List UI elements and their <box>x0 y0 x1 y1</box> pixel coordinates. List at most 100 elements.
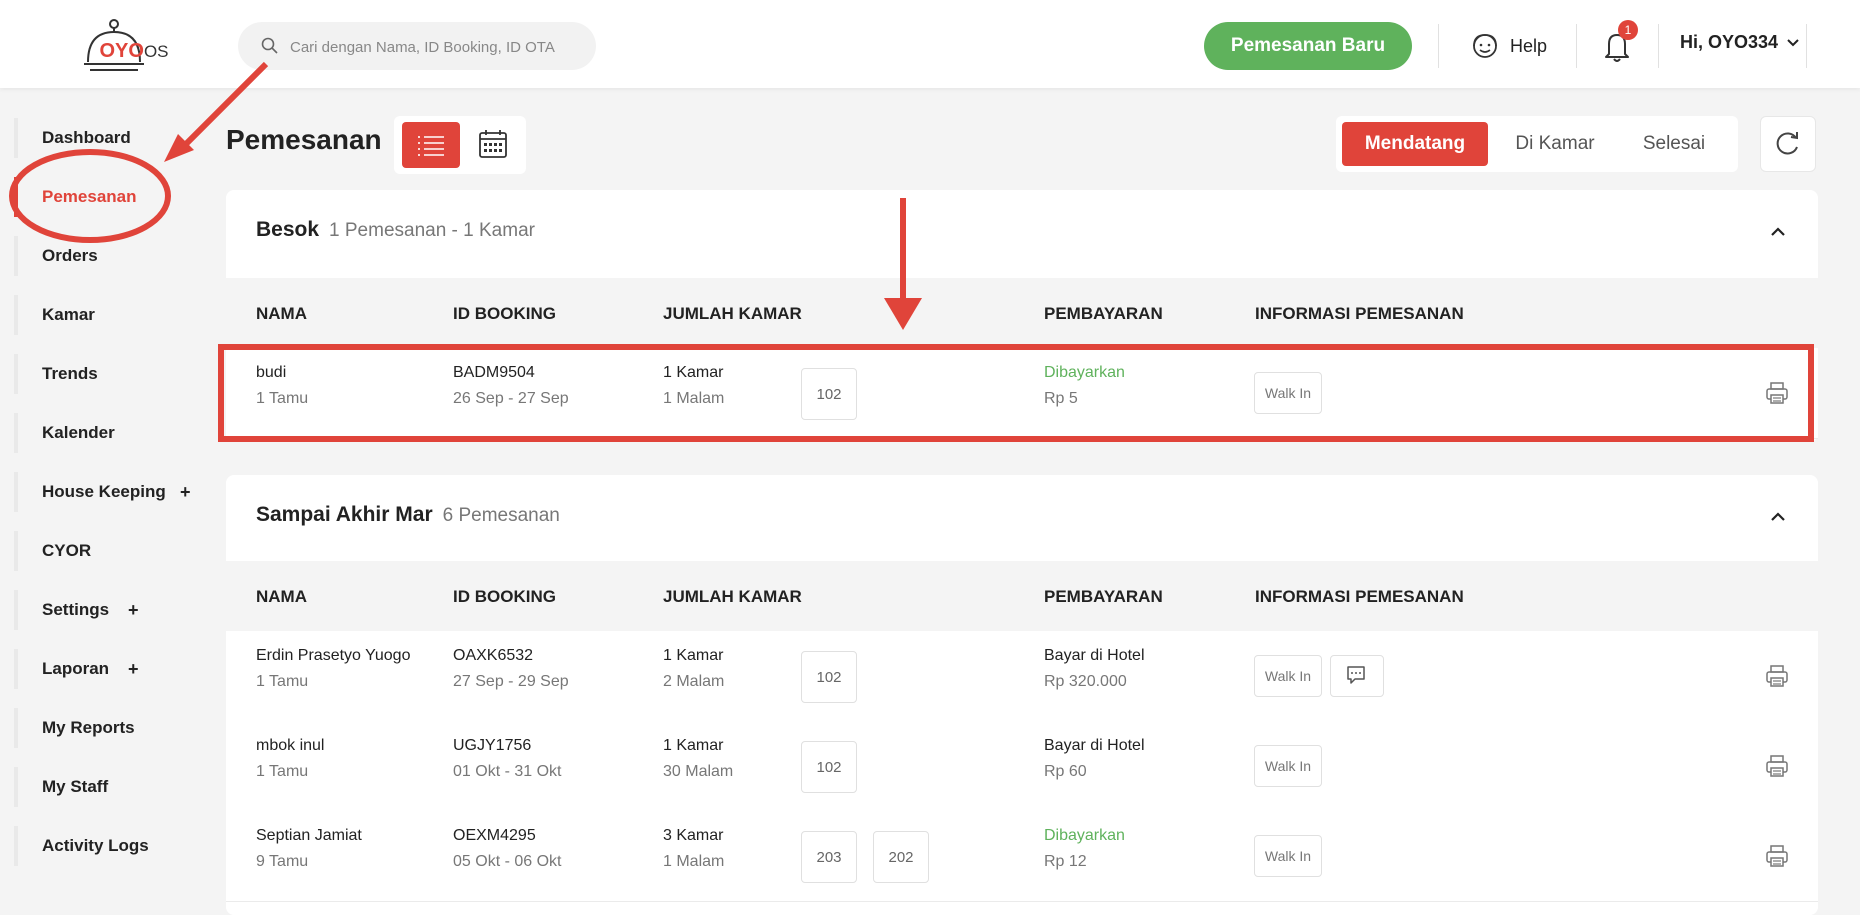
user-menu[interactable]: Hi, OYO334 <box>1680 32 1800 53</box>
sidebar-item-orders[interactable]: Orders <box>14 230 202 289</box>
sidebar-item-label: CYOR <box>42 541 92 560</box>
calendar-icon <box>479 130 507 158</box>
column-header-id-booking: ID BOOKING <box>453 304 556 323</box>
sidebar-indicator <box>14 767 18 807</box>
sidebar-item-label: Settings <box>42 600 110 619</box>
divider <box>1576 24 1577 68</box>
table-row[interactable]: Erdin Prasetyo Yuogo 1 Tamu OAXK6532 27 … <box>226 631 1818 722</box>
guest-name: mbok inul <box>256 737 325 754</box>
night-count: 1 Malam <box>663 853 725 870</box>
night-count: 2 Malam <box>663 673 725 690</box>
sidebar: Dashboard Pemesanan Orders Kamar Trends … <box>14 112 202 879</box>
oyo-os-logo[interactable]: OYOOS <box>84 18 184 74</box>
sidebar-item-label: Dashboard <box>42 128 131 147</box>
divider <box>1658 24 1659 68</box>
payment-amount: Rp 320.000 <box>1044 673 1127 690</box>
room-number-chip: 203 <box>801 831 857 883</box>
room-number-chip: 102 <box>801 651 857 703</box>
chevron-down-icon <box>1787 38 1799 46</box>
table-header: NAMA ID BOOKING JUMLAH KAMAR PEMBAYARAN … <box>226 561 1818 631</box>
sidebar-indicator <box>14 531 18 571</box>
payment-status: Bayar di Hotel <box>1044 737 1145 754</box>
guest-name: Erdin Prasetyo Yuogo <box>256 647 411 664</box>
column-header-nama: NAMA <box>256 304 307 323</box>
expand-plus-icon[interactable]: + <box>128 600 139 621</box>
tab-selesai[interactable]: Selesai <box>1618 122 1730 166</box>
printer-icon[interactable] <box>1764 753 1790 779</box>
booking-id: OEXM4295 <box>453 827 536 844</box>
table-row[interactable]: Septian Jamiat 9 Tamu OEXM4295 05 Okt - … <box>226 811 1818 902</box>
sidebar-item-house-keeping[interactable]: House Keeping + <box>14 466 202 525</box>
guest-count: 1 Tamu <box>256 763 309 780</box>
payment-status: Dibayarkan <box>1044 827 1125 844</box>
sidebar-item-label: Kalender <box>42 423 115 442</box>
booking-dates: 27 Sep - 29 Sep <box>453 673 569 690</box>
booking-source-badge: Walk In <box>1254 835 1322 877</box>
payment-amount: Rp 60 <box>1044 763 1087 780</box>
sidebar-item-settings[interactable]: Settings + <box>14 584 202 643</box>
group-header: Besok 1 Pemesanan - 1 Kamar <box>256 218 535 242</box>
booking-id: OAXK6532 <box>453 647 534 664</box>
sidebar-item-label: Pemesanan <box>42 187 137 206</box>
tab-mendatang[interactable]: Mendatang <box>1342 122 1488 166</box>
comment-icon <box>1347 666 1365 684</box>
sidebar-indicator <box>14 826 18 866</box>
sidebar-item-label: Activity Logs <box>42 836 149 855</box>
sidebar-item-label: Laporan <box>42 659 110 678</box>
column-header-pembayaran: PEMBAYARAN <box>1044 587 1163 606</box>
printer-icon[interactable] <box>1764 843 1790 869</box>
table-row[interactable]: mbok inul 1 Tamu UGJY1756 01 Okt - 31 Ok… <box>226 721 1818 812</box>
sidebar-indicator <box>14 590 18 630</box>
printer-icon[interactable] <box>1764 663 1790 689</box>
list-view-button[interactable] <box>402 122 460 168</box>
column-header-jumlah-kamar: JUMLAH KAMAR <box>663 304 802 323</box>
table-header: NAMA ID BOOKING JUMLAH KAMAR PEMBAYARAN … <box>226 278 1818 348</box>
new-booking-button[interactable]: Pemesanan Baru <box>1204 22 1412 70</box>
divider <box>1806 24 1807 68</box>
sidebar-item-trends[interactable]: Trends <box>14 348 202 407</box>
tab-di-kamar[interactable]: Di Kamar <box>1496 122 1614 166</box>
sidebar-item-kamar[interactable]: Kamar <box>14 289 202 348</box>
expand-plus-icon[interactable]: + <box>128 659 139 680</box>
column-header-pembayaran: PEMBAYARAN <box>1044 304 1163 323</box>
refresh-icon <box>1776 132 1798 155</box>
room-count: 1 Kamar <box>663 737 724 754</box>
sidebar-item-label: My Reports <box>42 718 135 737</box>
search-input[interactable] <box>288 22 592 72</box>
sidebar-item-label: Kamar <box>42 305 95 324</box>
sidebar-item-label: My Staff <box>42 777 109 796</box>
sidebar-indicator <box>14 118 18 158</box>
chevron-up-icon[interactable] <box>1766 220 1790 244</box>
sidebar-item-cyor[interactable]: CYOR <box>14 525 202 584</box>
comment-button[interactable] <box>1330 655 1384 697</box>
sidebar-item-pemesanan[interactable]: Pemesanan <box>14 171 202 230</box>
sidebar-item-my-staff[interactable]: My Staff <box>14 761 202 820</box>
sidebar-item-laporan[interactable]: Laporan + <box>14 643 202 702</box>
guest-name: Septian Jamiat <box>256 827 362 844</box>
chevron-up-icon[interactable] <box>1766 505 1790 529</box>
sidebar-item-dashboard[interactable]: Dashboard <box>14 112 202 171</box>
expand-plus-icon[interactable]: + <box>180 482 191 503</box>
sidebar-indicator <box>14 472 18 512</box>
booking-group-sampai-akhir-mar: Sampai Akhir Mar 6 Pemesanan NAMA ID BOO… <box>226 475 1818 915</box>
sidebar-item-label: Trends <box>42 364 98 383</box>
room-number-chip: 102 <box>801 741 857 793</box>
night-count: 30 Malam <box>663 763 734 780</box>
calendar-view-button[interactable] <box>468 122 518 168</box>
logo-brand: OYO <box>99 40 144 62</box>
page-title: Pemesanan <box>226 124 382 155</box>
sidebar-item-kalender[interactable]: Kalender <box>14 407 202 466</box>
list-icon <box>418 136 444 156</box>
refresh-button[interactable] <box>1760 116 1816 172</box>
booking-dates: 01 Okt - 31 Okt <box>453 763 562 780</box>
guest-count: 9 Tamu <box>256 853 309 870</box>
help-button[interactable]: Help <box>1470 28 1547 64</box>
sidebar-indicator <box>14 649 18 689</box>
sidebar-item-my-reports[interactable]: My Reports <box>14 702 202 761</box>
column-header-id-booking: ID BOOKING <box>453 587 556 606</box>
search-bar[interactable] <box>238 22 596 72</box>
sidebar-item-activity-logs[interactable]: Activity Logs <box>14 820 202 879</box>
top-bar: OYOOS Pemesanan Baru Help 1 Hi, OYO334 <box>0 0 1860 88</box>
column-header-informasi: INFORMASI PEMESANAN <box>1255 587 1464 606</box>
highlight-box-annotation <box>218 344 1814 442</box>
